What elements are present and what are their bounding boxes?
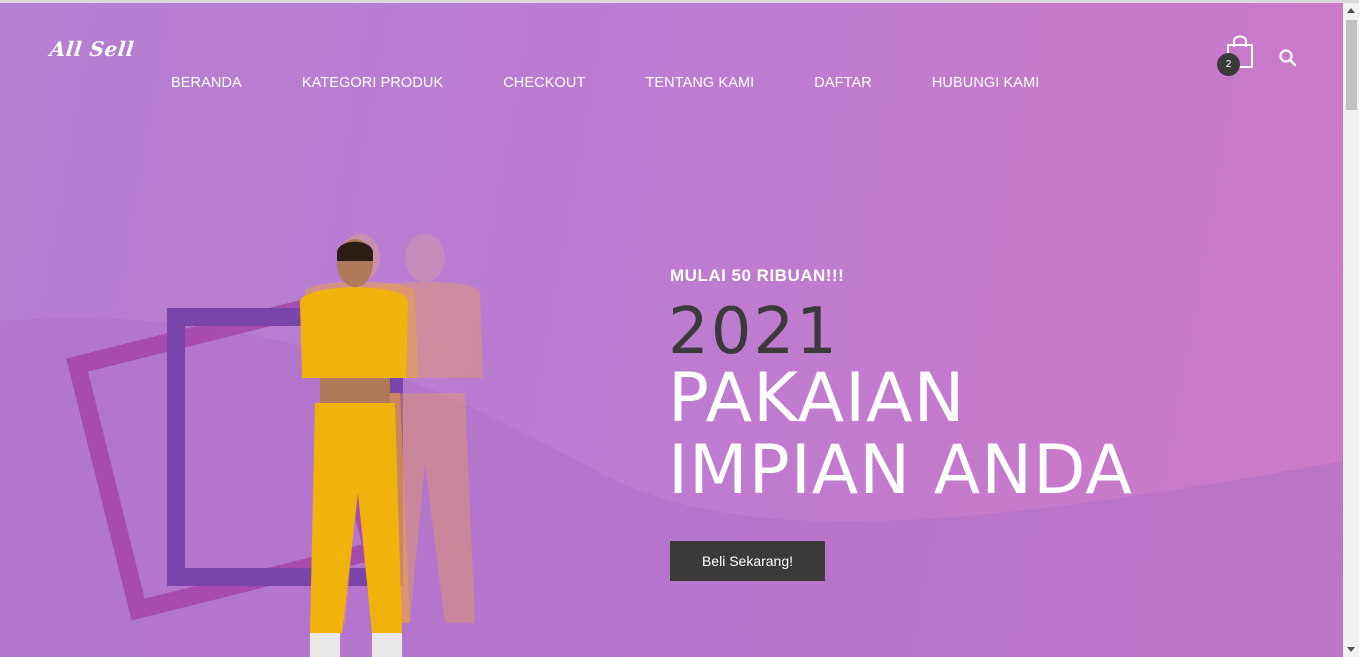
hero-headline-line2: IMPIAN ANDA bbox=[668, 431, 1133, 510]
nav-item-daftar[interactable]: DAFTAR bbox=[814, 75, 872, 91]
hero-year: 2021 bbox=[668, 295, 839, 369]
scroll-down-arrow-icon[interactable] bbox=[1347, 647, 1355, 652]
hero-model-image bbox=[299, 234, 483, 657]
cart-count-badge: 2 bbox=[1217, 53, 1240, 76]
search-icon[interactable] bbox=[1278, 48, 1298, 68]
hero-banner: All Sell BERANDA KATEGORI PRODUK CHECKOU… bbox=[0, 3, 1343, 657]
nav-item-beranda[interactable]: BERANDA bbox=[171, 75, 242, 91]
hero-headline: PAKAIAN IMPIAN ANDA bbox=[668, 363, 1133, 507]
scroll-up-arrow-icon[interactable] bbox=[1347, 8, 1355, 13]
nav-item-kategori-produk[interactable]: KATEGORI PRODUK bbox=[302, 75, 443, 91]
site-logo[interactable]: All Sell bbox=[49, 37, 136, 61]
hero-headline-line1: PAKAIAN bbox=[668, 359, 966, 438]
nav-item-hubungi-kami[interactable]: HUBUNGI KAMI bbox=[932, 75, 1040, 91]
buy-now-button[interactable]: Beli Sekarang! bbox=[670, 541, 825, 581]
nav-item-tentang-kami[interactable]: TENTANG KAMI bbox=[645, 75, 754, 91]
nav-item-checkout[interactable]: CHECKOUT bbox=[503, 75, 585, 91]
main-navigation: BERANDA KATEGORI PRODUK CHECKOUT TENTANG… bbox=[171, 75, 1099, 91]
hero-subtitle: MULAI 50 RIBUAN!!! bbox=[670, 266, 845, 285]
scrollbar-thumb[interactable] bbox=[1346, 20, 1357, 110]
